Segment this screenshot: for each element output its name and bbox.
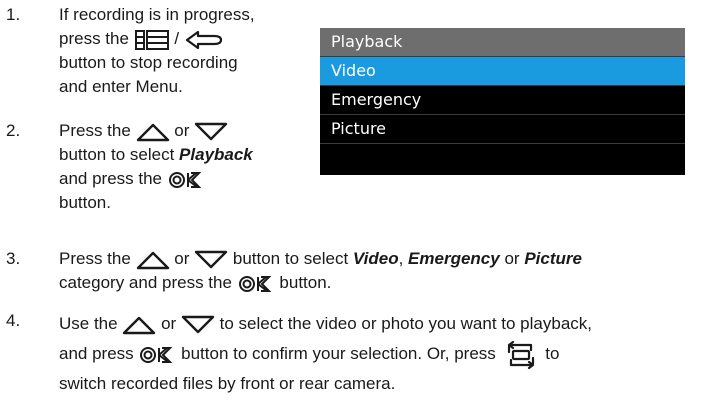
ok-icon bbox=[138, 345, 176, 365]
menu-option-name: Emergency bbox=[408, 249, 500, 268]
text-fragment: category and press the bbox=[59, 273, 232, 292]
back-return-icon bbox=[184, 29, 224, 51]
text-fragment: or bbox=[174, 121, 190, 140]
menu-list-icon bbox=[134, 29, 170, 51]
down-arrow-icon bbox=[181, 315, 215, 335]
text-fragment: press the bbox=[59, 29, 129, 48]
text-fragment: Press the bbox=[59, 249, 131, 268]
playback-menu: Playback Video Emergency Picture bbox=[320, 28, 685, 175]
text-fragment: and press bbox=[59, 344, 134, 363]
step-line: button to stop recording bbox=[59, 53, 238, 72]
camera-switch-icon bbox=[501, 340, 541, 369]
up-arrow-icon bbox=[136, 250, 170, 270]
up-arrow-icon bbox=[122, 315, 156, 335]
up-arrow-icon bbox=[136, 122, 170, 142]
step-line: and enter Menu. bbox=[59, 77, 183, 96]
text-fragment: and press the bbox=[59, 169, 163, 188]
step-line: button. bbox=[59, 193, 111, 212]
text-fragment: button. bbox=[279, 273, 332, 292]
text-fragment: button to select bbox=[59, 145, 175, 164]
step-text: Press the or button to select Video, Eme… bbox=[59, 247, 704, 295]
step-text: If recording is in progress, press the / bbox=[59, 3, 299, 99]
step-line: If recording is in progress, bbox=[59, 5, 255, 24]
menu-option-name: Picture bbox=[524, 249, 582, 268]
step-number: 1. bbox=[6, 5, 21, 24]
text-fragment: Press the bbox=[59, 121, 131, 140]
step-line: press the / bbox=[59, 27, 299, 51]
step-text: Use the or to select the video or photo … bbox=[59, 309, 704, 399]
step-line: button to select Playback bbox=[59, 143, 299, 167]
step-line: Press the or button to select Video, Eme… bbox=[59, 247, 704, 271]
text-fragment: or bbox=[504, 249, 520, 268]
ok-icon bbox=[237, 274, 275, 294]
step-line: and press button to confirm your selecti… bbox=[59, 339, 704, 369]
step-line: category and press the button. bbox=[59, 271, 704, 295]
text-fragment: button to confirm your selection. Or, pr… bbox=[181, 344, 496, 363]
step-line: and press the bbox=[59, 167, 299, 191]
menu-item-picture[interactable]: Picture bbox=[320, 115, 685, 144]
text-fragment: or bbox=[174, 249, 190, 268]
menu-option-name: Video bbox=[352, 249, 399, 268]
menu-item-video[interactable]: Video bbox=[320, 57, 685, 86]
menu-empty-row bbox=[320, 144, 685, 172]
step-number: 4. bbox=[6, 311, 21, 330]
step-3: 3. Press the or button to select Video, … bbox=[6, 247, 706, 301]
step-line: Use the or to select the video or photo … bbox=[59, 309, 704, 339]
menu-option-name: Playback bbox=[179, 145, 253, 164]
step-text: Press the or button to select Playback a… bbox=[59, 119, 299, 215]
step-2: 2. Press the or button to select Playbac… bbox=[6, 119, 306, 229]
menu-item-playback[interactable]: Playback bbox=[320, 28, 685, 57]
text-fragment: button to select bbox=[232, 249, 349, 268]
step-line: switch recorded files by front or rear c… bbox=[59, 374, 396, 393]
text-fragment: or bbox=[161, 314, 177, 333]
step-number: 3. bbox=[6, 249, 21, 268]
step-line: Press the or bbox=[59, 119, 299, 143]
down-arrow-icon bbox=[194, 250, 228, 270]
down-arrow-icon bbox=[194, 122, 228, 142]
text-fragment: , bbox=[398, 249, 404, 268]
text-fragment: Use the bbox=[59, 314, 118, 333]
step-4: 4. Use the or to select the video or pho… bbox=[6, 309, 706, 413]
text-fragment: to select the video or photo you want to… bbox=[219, 314, 592, 333]
text-fragment: to bbox=[545, 344, 560, 363]
ok-icon bbox=[167, 170, 205, 190]
step-1: 1. If recording is in progress, press th… bbox=[6, 3, 306, 113]
menu-item-emergency[interactable]: Emergency bbox=[320, 86, 685, 115]
text-fragment: / bbox=[174, 29, 180, 48]
step-number: 2. bbox=[6, 121, 21, 140]
